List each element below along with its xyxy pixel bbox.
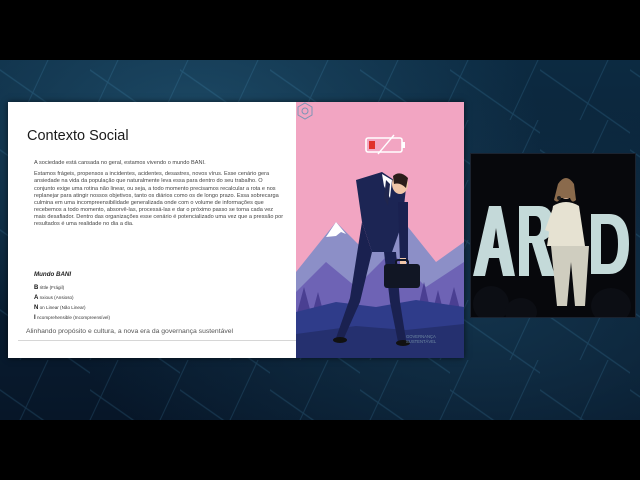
slide-illustration: GOVERNANÇA SUSTENTÁVEL: [296, 102, 464, 358]
tired-businessman-illustration: [296, 134, 464, 358]
battery-low-icon: [365, 134, 405, 155]
bani-item: I ncomprehensible (Incompreensível): [34, 315, 110, 321]
governance-logo-icon: [297, 102, 313, 120]
footer-divider: [18, 340, 296, 341]
bani-item: N on Linear (Não Linear): [34, 305, 86, 311]
bani-title: Mundo BANI: [34, 271, 72, 278]
bani-item: B rittle (Frágil): [34, 285, 65, 291]
slide-footer: Alinhando propósito e cultura, a nova er…: [26, 328, 234, 335]
slide: Contexto Social A sociedade está cansada…: [8, 102, 464, 358]
slide-text-panel: Contexto Social A sociedade está cansada…: [8, 102, 296, 358]
speaker-video-frame: [471, 154, 635, 317]
slide-paragraph-1: A sociedade está cansada no geral, estam…: [34, 160, 206, 166]
slide-title: Contexto Social: [27, 128, 129, 144]
slide-body: A sociedade está cansada no geral, estam…: [34, 160, 284, 232]
bani-item: A nxious (Ansioso): [34, 295, 74, 301]
logo-text: GOVERNANÇA SUSTENTÁVEL: [406, 334, 437, 344]
presentation-stage: Contexto Social A sociedade está cansada…: [0, 60, 640, 420]
slide-paragraph-2: Estamos frágeis, propensos a incidentes,…: [34, 171, 284, 228]
bani-list: B rittle (Frágil) A nxious (Ansioso) N o…: [34, 283, 110, 323]
speaker-video: [470, 153, 636, 318]
